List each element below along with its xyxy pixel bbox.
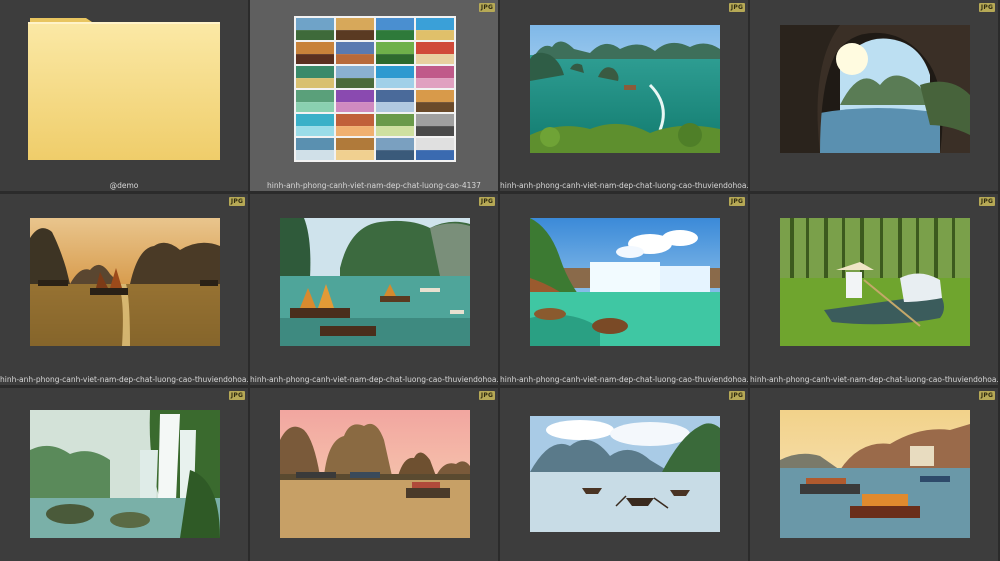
collage-tile-ground bbox=[296, 126, 334, 136]
collage-tile bbox=[376, 138, 414, 151]
sunset-boats-image bbox=[30, 218, 220, 346]
junk-boats-image bbox=[280, 218, 470, 346]
collage-tile-ground bbox=[336, 126, 374, 136]
jpg-badge: JPG bbox=[479, 3, 495, 12]
collage-tile bbox=[296, 90, 334, 103]
waterfall-lagoon-image bbox=[530, 218, 720, 346]
collage-tile-ground bbox=[416, 126, 454, 136]
collage-tile-ground bbox=[376, 126, 414, 136]
file-item-folder[interactable]: @demo bbox=[0, 0, 248, 191]
collage-tile-ground bbox=[296, 30, 334, 40]
jpg-badge: JPG bbox=[479, 197, 495, 206]
collage-tile bbox=[296, 114, 334, 127]
collage-tile bbox=[416, 42, 454, 55]
file-item-image[interactable]: JPG bbox=[250, 388, 498, 561]
collage-tile bbox=[416, 90, 454, 103]
collage-tile bbox=[416, 18, 454, 31]
file-caption: hinh-anh-phong-canh-viet-nam-dep-chat-lu… bbox=[500, 375, 748, 384]
collage-tile bbox=[416, 114, 454, 127]
jpg-badge: JPG bbox=[729, 391, 745, 400]
collage-tile-ground bbox=[296, 54, 334, 64]
collage-tile bbox=[336, 18, 374, 31]
jpg-badge: JPG bbox=[979, 391, 995, 400]
jpg-badge: JPG bbox=[729, 3, 745, 12]
file-browser-grid: @demo JPG hinh-anh-phong-canh-viet-nam-d… bbox=[0, 0, 1000, 561]
collage-tile-ground bbox=[416, 150, 454, 160]
halong-bay-image bbox=[530, 25, 720, 153]
collage-tile-ground bbox=[296, 78, 334, 88]
jpg-badge: JPG bbox=[979, 3, 995, 12]
collage-tile-ground bbox=[336, 54, 374, 64]
collage-tile bbox=[336, 138, 374, 151]
collage-tile-ground bbox=[296, 150, 334, 160]
collage-tile bbox=[296, 42, 334, 55]
collage-tile bbox=[376, 66, 414, 79]
collage-tile-ground bbox=[336, 102, 374, 112]
file-item-image[interactable]: JPG hinh-anh-phong-canh-viet-nam-dep-cha… bbox=[0, 194, 248, 385]
file-item-image[interactable]: JPG hinh-anh-phong-canh-viet-nam-dep-cha… bbox=[250, 194, 498, 385]
collage-tile-ground bbox=[416, 102, 454, 112]
collage-tile bbox=[416, 66, 454, 79]
collage-tile-ground bbox=[416, 30, 454, 40]
file-item-image[interactable]: JPG bbox=[750, 388, 998, 561]
collage-tile-ground bbox=[376, 150, 414, 160]
collage-tile bbox=[296, 138, 334, 151]
file-caption: hinh-anh-phong-canh-viet-nam-dep-chat-lu… bbox=[0, 375, 248, 384]
file-item-image[interactable]: JPG bbox=[750, 0, 998, 191]
file-caption: hinh-anh-phong-canh-viet-nam-dep-chat-lu… bbox=[267, 181, 481, 190]
collage-tile bbox=[376, 42, 414, 55]
jpg-badge: JPG bbox=[479, 391, 495, 400]
file-item-image[interactable]: JPG hinh-anh-phong-canh-viet-nam-dep-cha… bbox=[750, 194, 998, 385]
jpg-badge: JPG bbox=[729, 197, 745, 206]
collage-tile bbox=[336, 66, 374, 79]
collage-tile bbox=[296, 18, 334, 31]
collage-tile bbox=[376, 90, 414, 103]
file-item-collage[interactable]: JPG hinh-anh-phong-canh-viet-nam-dep-cha… bbox=[250, 0, 498, 191]
file-item-image[interactable]: JPG bbox=[500, 388, 748, 561]
collage-tile-ground bbox=[336, 30, 374, 40]
collage-tile-ground bbox=[336, 78, 374, 88]
ban-gioc-waterfall-image bbox=[30, 410, 220, 538]
file-caption: @demo bbox=[109, 181, 139, 190]
folder-icon bbox=[28, 18, 220, 160]
river-boats-image bbox=[530, 416, 720, 532]
collage-tile-ground bbox=[376, 54, 414, 64]
collage-tile-ground bbox=[376, 102, 414, 112]
collage-tile-ground bbox=[336, 150, 374, 160]
jpg-badge: JPG bbox=[229, 197, 245, 206]
collage-tile bbox=[336, 42, 374, 55]
collage-tile-ground bbox=[376, 78, 414, 88]
cave-image bbox=[780, 25, 970, 153]
jpg-badge: JPG bbox=[229, 391, 245, 400]
collage-tile bbox=[336, 114, 374, 127]
file-caption: hinh-anh-phong-canh-viet-nam-dep-chat-lu… bbox=[750, 375, 998, 384]
collage-tile-ground bbox=[296, 102, 334, 112]
collage-thumbnail bbox=[294, 16, 456, 162]
collage-tile bbox=[336, 90, 374, 103]
collage-tile bbox=[376, 114, 414, 127]
collage-tile bbox=[376, 18, 414, 31]
karst-village-image bbox=[280, 410, 470, 538]
collage-tile-ground bbox=[416, 78, 454, 88]
file-caption: hinh-anh-phong-canh-viet-nam-dep-chat-lu… bbox=[500, 181, 748, 190]
collage-tile-ground bbox=[416, 54, 454, 64]
jpg-badge: JPG bbox=[979, 197, 995, 206]
file-item-image[interactable]: JPG bbox=[0, 388, 248, 561]
harbor-boats-image bbox=[780, 410, 970, 538]
collage-tile-ground bbox=[376, 30, 414, 40]
collage-tile bbox=[296, 66, 334, 79]
rowing-woman-image bbox=[780, 218, 970, 346]
file-caption: hinh-anh-phong-canh-viet-nam-dep-chat-lu… bbox=[250, 375, 498, 384]
file-item-image[interactable]: JPG hinh-anh-phong-canh-viet-nam-dep-cha… bbox=[500, 0, 748, 191]
collage-tile bbox=[416, 138, 454, 151]
file-item-image[interactable]: JPG hinh-anh-phong-canh-viet-nam-dep-cha… bbox=[500, 194, 748, 385]
